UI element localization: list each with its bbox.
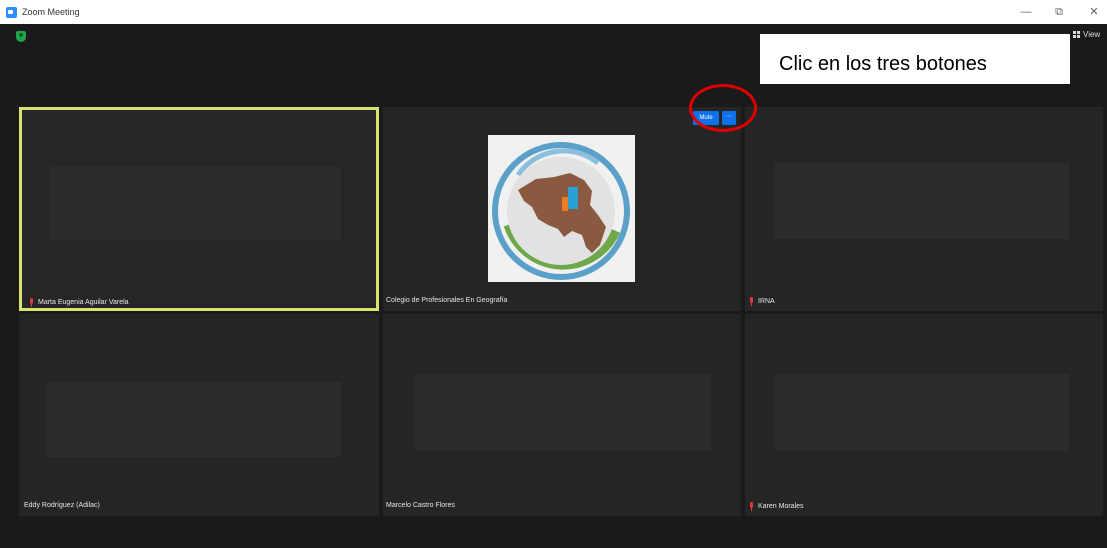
geography-logo-icon [492,142,630,280]
participant-name: Karen Morales [758,503,804,510]
video-placeholder [415,374,711,451]
participant-name: Colegio de Profesionales En Geografía [386,297,508,304]
participant-tile[interactable]: Marta Eugenia Aguilar Varela [19,107,379,311]
close-button[interactable]: ✕ [1086,4,1102,20]
participant-name: IRNA [758,298,775,305]
participant-name: Marta Eugenia Aguilar Varela [38,299,129,306]
video-placeholder [775,374,1069,451]
window-title: Zoom Meeting [22,7,80,17]
participant-name-tag: Colegio de Profesionales En Geografía [386,297,507,304]
mic-muted-icon [749,297,754,306]
zoom-app-icon [6,7,17,18]
participant-name: Marcelo Castro Flores [386,502,455,509]
minimize-button[interactable]: — [1018,4,1034,20]
participant-tile[interactable]: Marcelo Castro Flores [383,314,741,516]
view-label: View [1083,30,1101,39]
window-titlebar: Zoom Meeting — ⧉ ✕ [0,0,1107,24]
video-placeholder [775,163,1069,239]
participant-tile[interactable]: Karen Morales [745,314,1103,516]
participant-tile[interactable]: IRNA [745,107,1103,311]
participant-name-tag: IRNA [749,297,775,306]
mic-muted-icon [29,298,34,307]
profile-picture [488,135,635,282]
participant-tile[interactable]: Mute ··· Colegio de Profesionales En Geo… [383,107,741,311]
participant-name-tag: Eddy Rodríguez (Adilac) [24,502,100,509]
view-button[interactable]: View [1073,30,1100,39]
participant-tile[interactable]: Eddy Rodríguez (Adilac) [19,314,379,516]
participant-name-tag: Karen Morales [749,502,804,511]
highlight-circle [689,84,757,132]
instruction-text: Clic en los tres botones [779,53,987,75]
participant-name-tag: Marta Eugenia Aguilar Varela [29,298,129,307]
participant-name: Eddy Rodríguez (Adilac) [24,502,100,509]
video-placeholder [47,382,341,457]
mic-muted-icon [749,502,754,511]
maximize-button[interactable]: ⧉ [1051,4,1067,20]
security-shield-icon[interactable] [16,31,26,42]
participant-name-tag: Marcelo Castro Flores [386,502,455,509]
video-placeholder [49,167,341,240]
instruction-callout: Clic en los tres botones [760,34,1070,84]
grid-icon [1073,31,1080,38]
